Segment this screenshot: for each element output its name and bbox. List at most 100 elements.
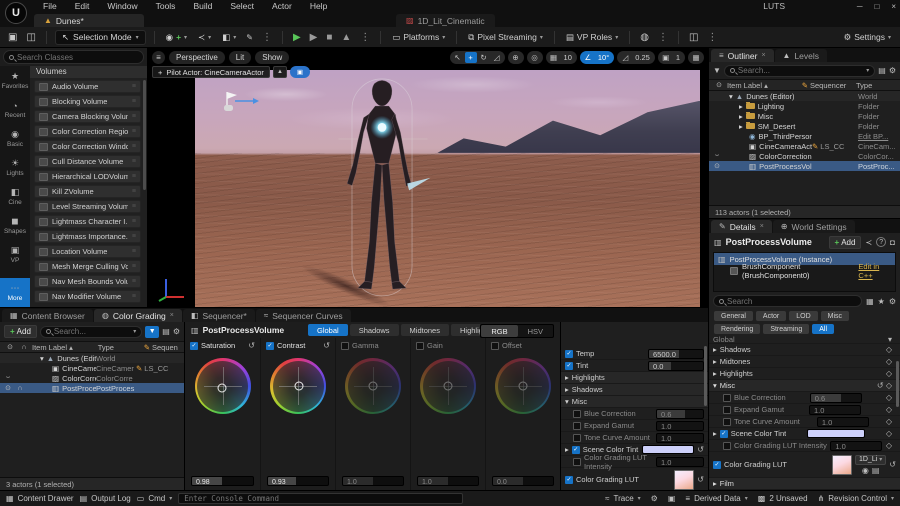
close-button[interactable]: ×	[891, 0, 896, 13]
selection-mode-dropdown[interactable]: ↖ Selection Mode ▾	[55, 30, 146, 45]
volume-item[interactable]: Color Correction Window≡	[34, 140, 141, 153]
surface-snap-icon[interactable]: ◎	[529, 52, 541, 63]
section-highlights[interactable]: ▸Highlights	[561, 372, 708, 384]
prop-lut-intensity[interactable]: Color Grading LUT Intensity 1.0 ◇	[709, 440, 900, 452]
multi-user-icon[interactable]: ◫	[687, 32, 700, 43]
revision-control-dropdown[interactable]: ⋔ Revision Control ▾	[818, 494, 894, 503]
gamma-slider[interactable]: 1.0	[342, 476, 404, 486]
search-input[interactable]	[727, 297, 856, 306]
category-recent[interactable]: ◔Recent	[0, 95, 30, 124]
browse-to-asset-icon[interactable]: ▤	[872, 466, 880, 475]
rotation-snap-icon[interactable]: ∠	[582, 52, 594, 63]
reset-icon[interactable]: ↺	[877, 381, 884, 390]
scale-snap-icon[interactable]: ◿	[619, 52, 631, 63]
chip-general[interactable]: General	[714, 311, 753, 321]
lut-intensity-checkbox[interactable]	[723, 442, 731, 450]
tab-color-grading[interactable]: ◍ Color Grading ×	[94, 309, 182, 322]
outliner-row-folder[interactable]: ▸Misc Folder	[709, 111, 900, 121]
scene-color-tint-checkbox[interactable]: ✓	[720, 430, 728, 438]
character-mesh[interactable]	[321, 77, 447, 300]
platforms-dropdown[interactable]: ▭ Platforms ▾	[389, 32, 448, 43]
content-drawer-button[interactable]: ▦ Content Drawer	[6, 494, 74, 503]
scrollbar[interactable]	[143, 80, 146, 190]
vp-roles-dropdown[interactable]: ▤ VP Roles ▾	[563, 32, 621, 43]
blue-correction-checkbox[interactable]	[573, 410, 581, 418]
color-grading-lut-checkbox[interactable]: ✓	[565, 476, 573, 484]
search-input[interactable]	[54, 327, 130, 336]
section-global-clipped[interactable]: Global ▾	[709, 336, 900, 344]
live-link-options-icon[interactable]: ⋮	[656, 32, 670, 43]
camera-speed-icon[interactable]: ▣	[660, 52, 672, 63]
reset-icon[interactable]: ↺	[889, 460, 896, 469]
section-shadows[interactable]: ▸Shadows◇	[709, 344, 900, 356]
scene-tint-swatch[interactable]	[807, 429, 865, 438]
range-tab-global[interactable]: Global	[308, 324, 348, 336]
category-shapes[interactable]: ◼Shapes	[0, 211, 30, 240]
tab-dunes-level[interactable]: ▲ Dunes*	[34, 14, 144, 27]
cg-row-camera[interactable]: ▣CineCameraActor CineCamer ✎LS_CC	[0, 363, 184, 373]
menu-build[interactable]: Build	[184, 0, 221, 13]
tab-content-browser[interactable]: ▦ Content Browser	[2, 309, 93, 322]
gain-color-wheel[interactable]	[420, 358, 476, 414]
pixel-streaming-dropdown[interactable]: ⧉ Pixel Streaming ▾	[465, 32, 546, 43]
section-midtones[interactable]: ▸Midtones◇	[709, 356, 900, 368]
chip-misc[interactable]: Misc	[821, 311, 849, 321]
eject-pilot-button[interactable]: ▲	[273, 66, 287, 78]
tab-sequencer[interactable]: ◧ Sequencer*	[183, 309, 255, 322]
menu-tools[interactable]: Tools	[147, 0, 185, 13]
gain-checkbox[interactable]	[416, 342, 424, 350]
outliner-row-cinecamera[interactable]: ▣CineCameraAct ✎LS_CC CineCam...	[709, 141, 900, 151]
gear-icon[interactable]: ⚙	[173, 327, 180, 336]
console-command-input[interactable]	[178, 493, 463, 504]
display-options-icon[interactable]: ▦	[866, 297, 874, 306]
menu-file[interactable]: File	[34, 0, 66, 13]
close-tab-icon[interactable]: ×	[760, 223, 764, 230]
edit-in-cpp-link[interactable]: Edit in C++	[858, 262, 891, 280]
menu-window[interactable]: Window	[98, 0, 146, 13]
color-grading-lut-checkbox[interactable]: ✓	[713, 461, 721, 469]
section-misc[interactable]: ▾Misc	[561, 396, 708, 408]
outliner-row-folder[interactable]: ▸Lighting Folder	[709, 101, 900, 111]
new-folder-icon[interactable]: ▤	[878, 66, 886, 75]
offset-color-wheel[interactable]	[495, 358, 551, 414]
column-header[interactable]: ⊙ ∩ Item Label ▴ Type ✎ Sequen	[0, 341, 184, 353]
contrast-color-wheel[interactable]	[270, 358, 326, 414]
offset-slider[interactable]: 0.0	[492, 476, 554, 486]
prop-blue-correction[interactable]: Blue Correction 0.6	[561, 408, 708, 420]
blue-correction-checkbox[interactable]	[723, 394, 731, 402]
select-tool-icon[interactable]: ↖	[452, 52, 464, 63]
derived-data-dropdown[interactable]: ≡ Derived Data ▾	[685, 494, 747, 503]
cg-row-color-correction[interactable]: ⌣ ▨ColorCorrectionRegion ColorCorre	[0, 373, 184, 383]
chip-all[interactable]: All	[812, 324, 834, 334]
keyframe-diamond-icon[interactable]: ◇	[886, 381, 892, 390]
reset-icon[interactable]: ↺	[323, 341, 330, 350]
cinematics-dropdown[interactable]: ◧ ▾	[219, 32, 239, 43]
keyframe-diamond-icon[interactable]: ◇	[886, 393, 896, 402]
chip-actor[interactable]: Actor	[756, 311, 786, 321]
camera-preview-toggle[interactable]: ▣	[290, 66, 310, 78]
temp-checkbox[interactable]: ✓	[565, 350, 573, 358]
search-input[interactable]	[738, 66, 863, 75]
cmd-dropdown[interactable]: ▭ Cmd ▾	[137, 494, 172, 503]
output-log-button[interactable]: ▤ Output Log	[80, 494, 131, 503]
maximize-button[interactable]: □	[874, 0, 879, 13]
outliner-row-postprocess[interactable]: ⊙ ▥PostProcessVol PostProc...	[709, 161, 900, 171]
tab-details[interactable]: ✎ Details ×	[711, 220, 772, 233]
tint-checkbox[interactable]: ✓	[565, 362, 573, 370]
outliner-row-colorcorrection[interactable]: ⌣ ▨ColorCorrectionI ColorCor...	[709, 151, 900, 161]
volume-item[interactable]: Lightmass Character I...≡	[34, 215, 141, 228]
use-selected-icon[interactable]: ◉	[862, 466, 869, 475]
category-basic[interactable]: ◉Basic	[0, 124, 30, 153]
section-highlights[interactable]: ▸Highlights◇	[709, 368, 900, 380]
expand-gamut-checkbox[interactable]	[573, 422, 581, 430]
keyframe-diamond-icon[interactable]: ◇	[886, 369, 896, 378]
volume-item[interactable]: Kill ZVolume≡	[34, 185, 141, 198]
eye-icon[interactable]: ⊙	[2, 384, 14, 392]
import-content-icon[interactable]: ◫	[24, 32, 37, 43]
prop-blue-correction[interactable]: Blue Correction 0.6 ◇	[709, 392, 900, 404]
tab-world-settings[interactable]: ⊕ World Settings	[773, 220, 855, 233]
prop-temp[interactable]: ✓Temp 6500.0	[561, 348, 708, 360]
unsaved-button[interactable]: ▩ 2 Unsaved	[758, 494, 808, 503]
tone-curve-checkbox[interactable]	[573, 434, 581, 442]
filter-icon[interactable]: ▼	[713, 66, 721, 75]
